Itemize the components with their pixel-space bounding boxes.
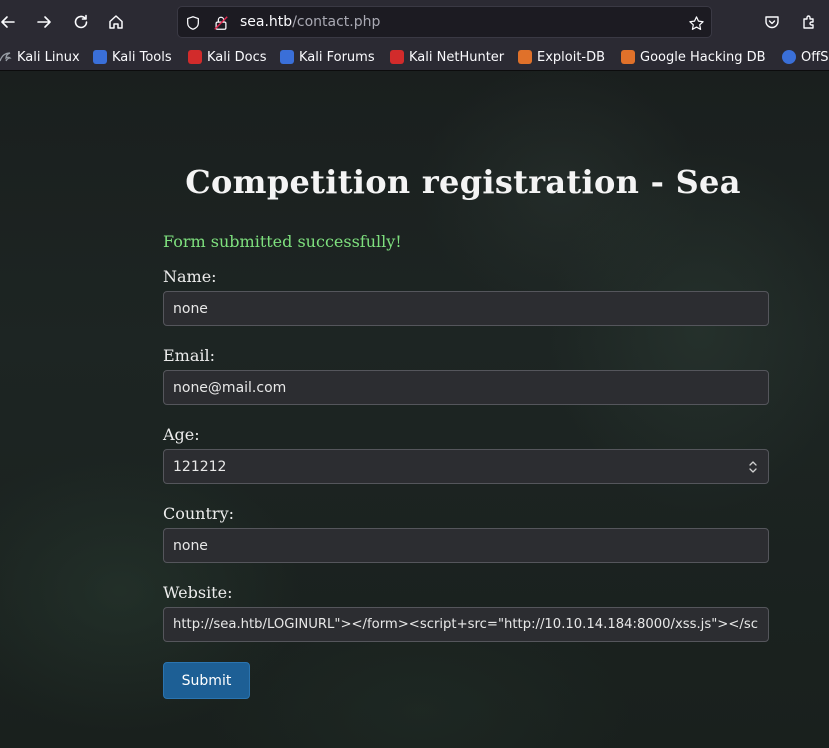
bookmark-google-hacking-db[interactable]: Google Hacking DB bbox=[621, 48, 766, 66]
extensions-button[interactable] bbox=[795, 8, 823, 36]
bookmark-label: Kali Docs bbox=[207, 49, 267, 65]
kali-dragon-icon bbox=[0, 52, 12, 62]
country-label: Country: bbox=[163, 504, 234, 523]
bookmark-label: Kali NetHunter bbox=[409, 49, 505, 65]
bookmarks-bar: Kali Linux Kali Tools Kali Docs Kali For… bbox=[0, 44, 829, 71]
bookmark-exploit-db[interactable]: Exploit-DB bbox=[518, 48, 605, 66]
kali-docs-icon bbox=[188, 50, 202, 64]
url-host: sea.htb bbox=[240, 14, 293, 30]
url-text[interactable]: sea.htb/contact.php bbox=[240, 14, 380, 30]
insecure-lock-icon[interactable] bbox=[212, 14, 230, 32]
bookmark-kali-tools[interactable]: Kali Tools bbox=[93, 48, 172, 66]
forward-button[interactable] bbox=[30, 8, 58, 36]
page-title: Competition registration - Sea bbox=[185, 163, 741, 201]
submit-button[interactable]: Submit bbox=[163, 662, 250, 699]
bookmark-kali-nethunter[interactable]: Kali NetHunter bbox=[390, 48, 504, 66]
country-value: none bbox=[173, 537, 208, 554]
name-label: Name: bbox=[163, 267, 217, 286]
browser-toolbar: sea.htb/contact.php bbox=[0, 0, 829, 44]
age-value: 121212 bbox=[173, 458, 227, 475]
ghdb-icon bbox=[621, 50, 635, 64]
arrow-left-icon bbox=[1, 16, 15, 28]
bookmark-kali-forums[interactable]: Kali Forums bbox=[280, 48, 375, 66]
bookmark-label: Google Hacking DB bbox=[640, 49, 766, 65]
bookmark-star-icon[interactable] bbox=[687, 14, 705, 32]
bookmark-label: Kali Tools bbox=[112, 49, 172, 65]
pocket-button[interactable] bbox=[758, 8, 786, 36]
back-button[interactable] bbox=[0, 8, 22, 36]
bookmark-offsec[interactable]: OffS bbox=[782, 48, 828, 66]
exploit-db-icon bbox=[518, 50, 532, 64]
bookmark-label: Exploit-DB bbox=[537, 49, 606, 65]
bookmark-kali-docs[interactable]: Kali Docs bbox=[188, 48, 267, 66]
bookmark-kali-linux[interactable]: Kali Linux bbox=[0, 48, 80, 66]
country-field[interactable]: none bbox=[163, 528, 769, 563]
kali-nethunter-icon bbox=[390, 50, 404, 64]
website-value: http://sea.htb/LOGINURL"></form><script+… bbox=[173, 617, 758, 632]
email-value: none@mail.com bbox=[173, 379, 287, 396]
page-content: Competition registration - Sea Form subm… bbox=[0, 71, 829, 748]
number-stepper-icon[interactable] bbox=[748, 459, 758, 475]
home-button[interactable] bbox=[102, 8, 130, 36]
offsec-icon bbox=[782, 50, 796, 64]
kali-tools-icon bbox=[93, 50, 107, 64]
home-icon bbox=[109, 15, 123, 29]
arrow-right-icon bbox=[37, 16, 51, 28]
bookmark-label: Kali Linux bbox=[17, 49, 80, 65]
email-field[interactable]: none@mail.com bbox=[163, 370, 769, 405]
pocket-icon bbox=[765, 16, 779, 29]
bookmark-label: Kali Forums bbox=[299, 49, 375, 65]
age-field[interactable]: 121212 bbox=[163, 449, 769, 484]
name-field[interactable]: none bbox=[163, 291, 769, 326]
email-label: Email: bbox=[163, 346, 216, 365]
shield-icon[interactable] bbox=[184, 14, 202, 32]
puzzle-icon bbox=[803, 15, 814, 29]
reload-icon bbox=[74, 14, 88, 29]
age-label: Age: bbox=[163, 425, 200, 444]
url-bar[interactable]: sea.htb/contact.php bbox=[177, 6, 712, 38]
success-message: Form submitted successfully! bbox=[163, 232, 402, 251]
reload-button[interactable] bbox=[67, 8, 95, 36]
url-path: /contact.php bbox=[292, 14, 381, 30]
name-value: none bbox=[173, 300, 208, 317]
kali-forums-icon bbox=[280, 50, 294, 64]
website-label: Website: bbox=[163, 583, 233, 602]
bookmark-label: OffS bbox=[801, 49, 829, 65]
website-field[interactable]: http://sea.htb/LOGINURL"></form><script+… bbox=[163, 607, 769, 642]
